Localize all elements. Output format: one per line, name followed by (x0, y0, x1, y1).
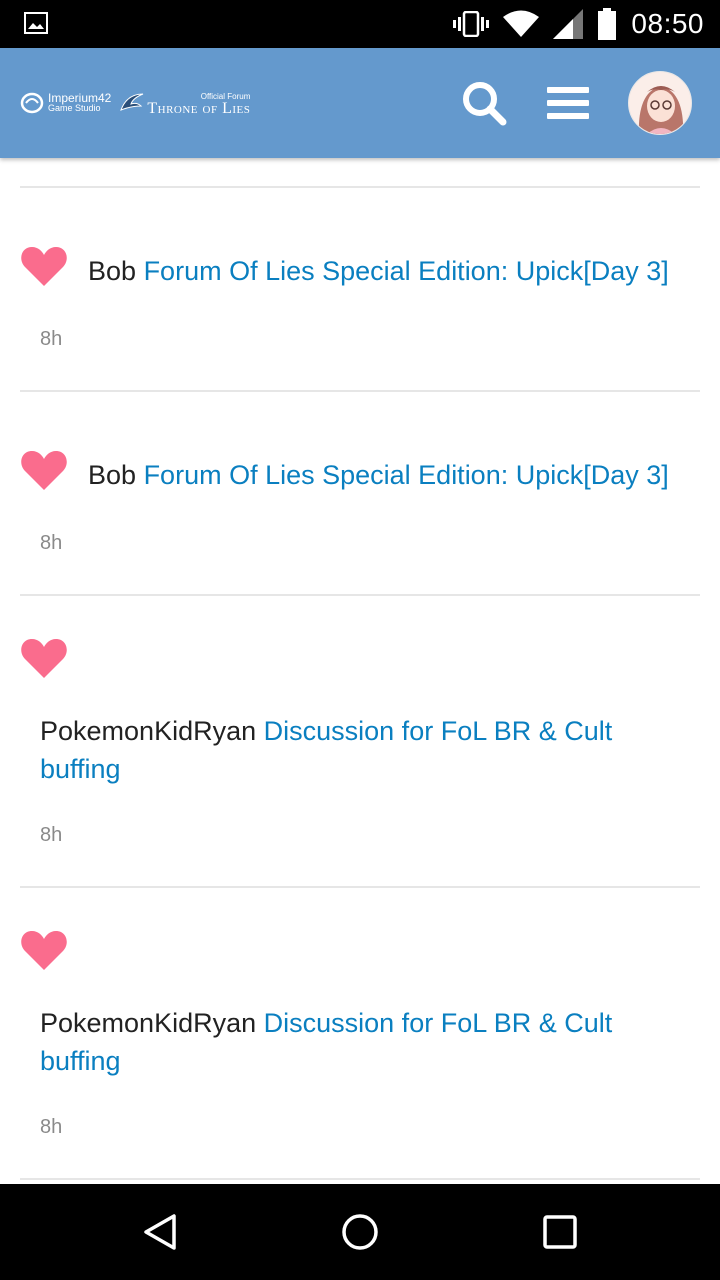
back-icon (144, 1214, 176, 1250)
notification-topic-link[interactable]: Discussion for FoL BR & Cult (264, 1008, 613, 1038)
heart-icon (21, 639, 67, 678)
user-avatar[interactable] (628, 71, 692, 135)
gallery-icon (24, 12, 48, 34)
notification-time: 8h (40, 328, 63, 350)
search-button[interactable] (460, 79, 508, 127)
clock: 08:50 (631, 8, 704, 39)
heart-icon (21, 931, 67, 970)
notification-topic-link-cont[interactable]: buffing (40, 1046, 121, 1076)
notification-item[interactable]: PokemonKidRyan Discussion for FoL BR & C… (20, 888, 700, 1180)
vibrate-icon (453, 11, 490, 37)
notification-text: PokemonKidRyan Discussion for FoL BR & C… (40, 712, 680, 788)
forum-name: Throne of Lies (147, 100, 251, 117)
notification-text: PokemonKidRyan Discussion for FoL BR & C… (40, 1004, 680, 1080)
navigation-bar (0, 1184, 720, 1280)
notification-item[interactable]: Bob Forum Of Lies Special Edition: Upick… (20, 392, 700, 596)
notification-user: PokemonKidRyan (40, 1008, 257, 1038)
heart-icon (21, 247, 67, 286)
app-header: Imperium42 Game Studio Official Forum Th… (0, 48, 720, 158)
wifi-icon (503, 10, 540, 37)
notification-user: PokemonKidRyan (40, 716, 257, 746)
notification-user: Bob (88, 460, 137, 490)
search-icon (463, 82, 507, 126)
notification-topic-link[interactable]: Forum Of Lies Special Edition: Upick[Day… (144, 460, 669, 490)
back-button[interactable] (120, 1192, 200, 1272)
menu-button[interactable] (544, 79, 592, 127)
notification-topic-link[interactable]: Forum Of Lies Special Edition: Upick[Day… (144, 256, 669, 286)
notification-time: 8h (40, 532, 63, 554)
notification-item[interactable]: Bob Forum Of Lies Special Edition: Upick… (20, 188, 700, 392)
studio-logo: Imperium42 Game Studio (20, 92, 111, 114)
avatar-image (629, 72, 691, 134)
recents-icon (543, 1215, 577, 1249)
cell-signal-icon (553, 9, 584, 39)
notification-time: 8h (40, 1116, 63, 1138)
hamburger-menu-icon (547, 87, 589, 119)
notification-text: Bob Forum Of Lies Special Edition: Upick… (88, 252, 700, 290)
divider (20, 1178, 700, 1180)
notification-item[interactable]: PokemonKidRyan Discussion for FoL BR & C… (20, 596, 700, 888)
notification-time: 8h (40, 824, 63, 846)
studio-name: Imperium42 (48, 91, 112, 105)
studio-swirl-icon (20, 92, 44, 114)
heart-icon (21, 451, 67, 490)
recents-button[interactable] (520, 1192, 600, 1272)
notification-text: Bob Forum Of Lies Special Edition: Upick… (88, 456, 700, 494)
status-bar: 08:50 (0, 0, 720, 48)
dragon-icon (120, 93, 144, 111)
forum-logo[interactable]: Imperium42 Game Studio Official Forum Th… (20, 86, 250, 120)
battery-icon (598, 8, 617, 40)
notification-topic-link[interactable]: Discussion for FoL BR & Cult (264, 716, 613, 746)
forum-brand: Official Forum Throne of Lies (119, 90, 251, 117)
notification-topic-link-cont[interactable]: buffing (40, 754, 121, 784)
studio-subtitle: Game Studio (48, 103, 101, 113)
notification-user: Bob (88, 256, 137, 286)
home-button[interactable] (320, 1192, 400, 1272)
home-icon (342, 1214, 378, 1250)
